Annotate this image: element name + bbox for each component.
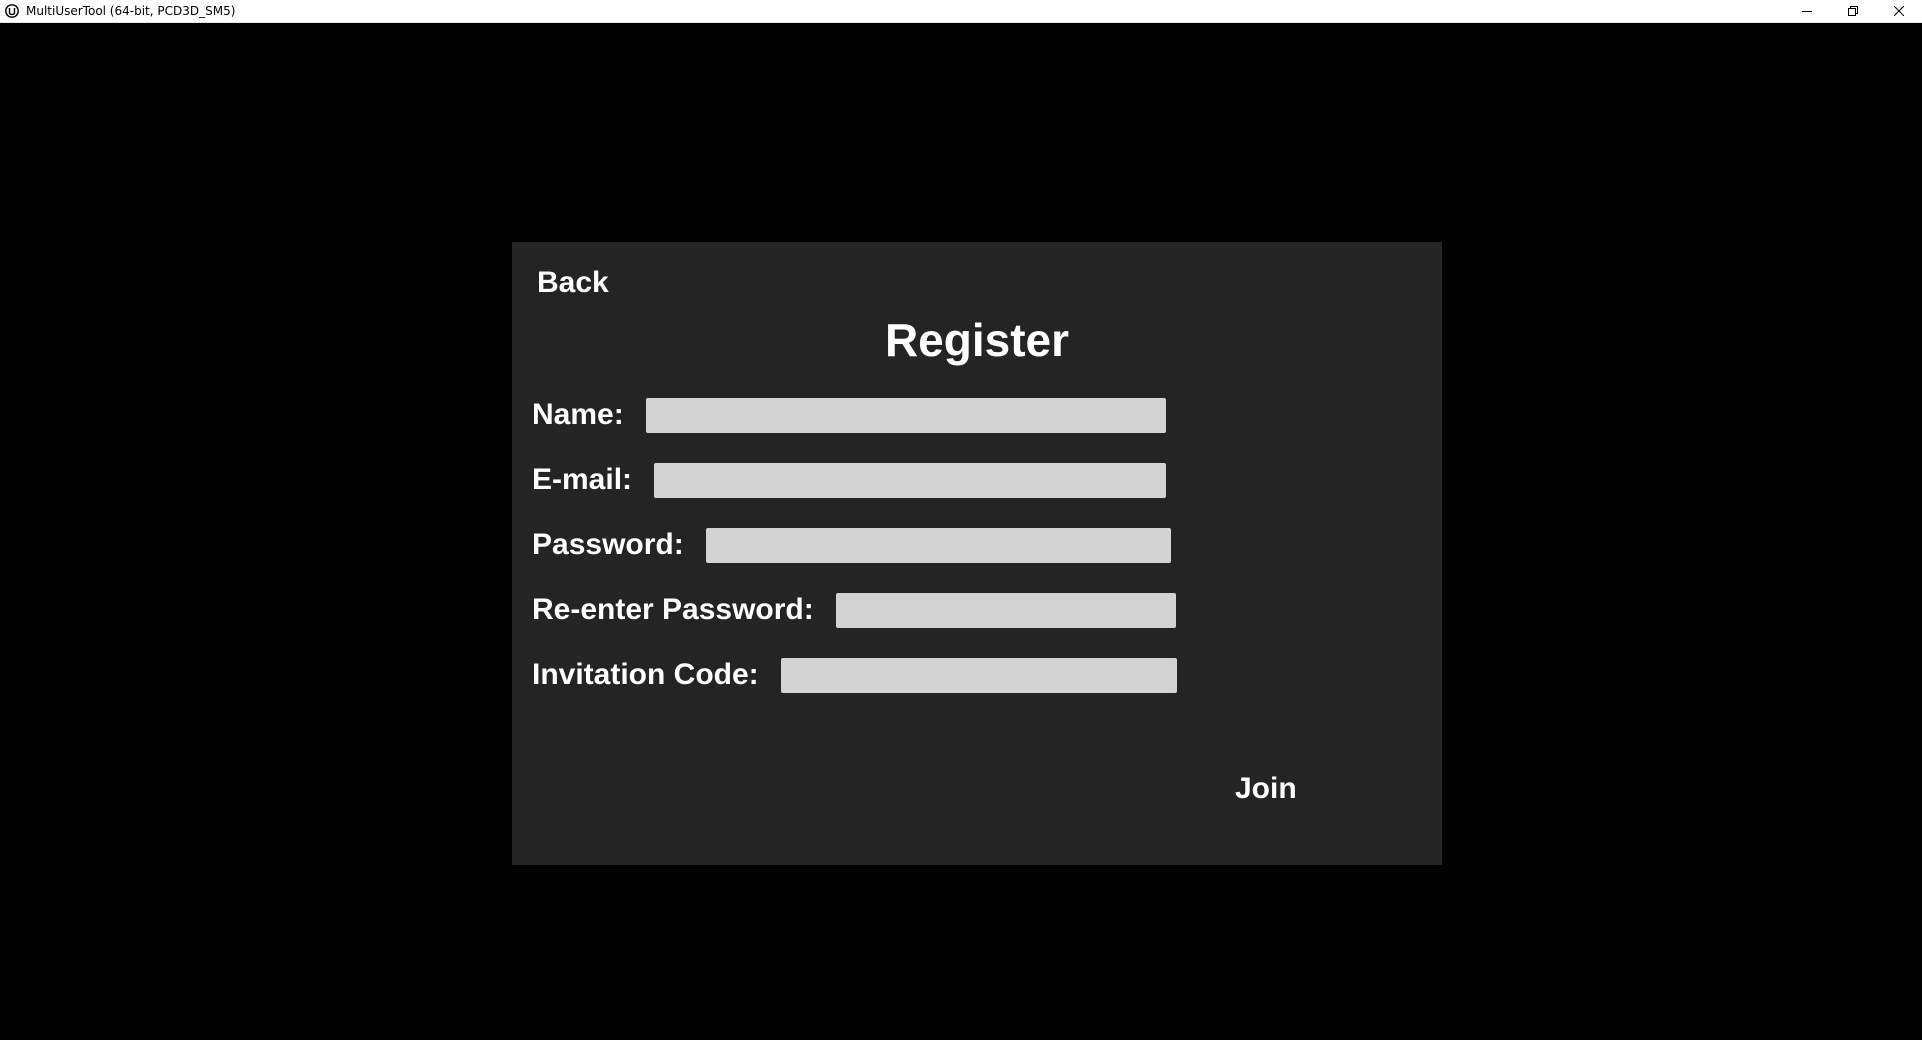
email-field[interactable] (654, 462, 1167, 498)
reenter-password-field[interactable] (835, 592, 1176, 628)
unreal-engine-icon (5, 4, 19, 18)
reenter-password-label: Re-enter Password: (532, 593, 814, 626)
back-button[interactable]: Back (537, 266, 609, 300)
name-label: Name: (532, 398, 624, 431)
window-title: MultiUserTool (64-bit, PCD3D_SM5) (26, 4, 236, 18)
close-icon (1893, 3, 1905, 21)
window-controls (1784, 0, 1922, 23)
password-label: Password: (532, 528, 684, 561)
invitation-code-field[interactable] (780, 657, 1177, 693)
game-viewport: Back Register Name: E-mail: Password: Re… (0, 23, 1922, 1040)
restore-button[interactable] (1830, 0, 1876, 23)
join-button[interactable]: Join (1235, 772, 1297, 806)
reenter-password-row: Re-enter Password: (532, 592, 1176, 628)
minimize-button[interactable] (1784, 0, 1830, 23)
minimize-icon (1802, 3, 1812, 21)
close-button[interactable] (1876, 0, 1922, 23)
email-row: E-mail: (532, 462, 1167, 498)
invitation-code-row: Invitation Code: (532, 657, 1177, 693)
invitation-code-label: Invitation Code: (532, 658, 759, 691)
page-title: Register (884, 314, 1070, 366)
register-panel: Back Register Name: E-mail: Password: Re… (512, 242, 1442, 865)
password-field[interactable] (705, 527, 1171, 563)
password-row: Password: (532, 527, 1171, 563)
name-row: Name: (532, 397, 1166, 433)
window-titlebar[interactable]: MultiUserTool (64-bit, PCD3D_SM5) (0, 0, 1922, 23)
restore-icon (1848, 3, 1858, 21)
name-field[interactable] (645, 397, 1166, 433)
email-label: E-mail: (532, 463, 633, 496)
